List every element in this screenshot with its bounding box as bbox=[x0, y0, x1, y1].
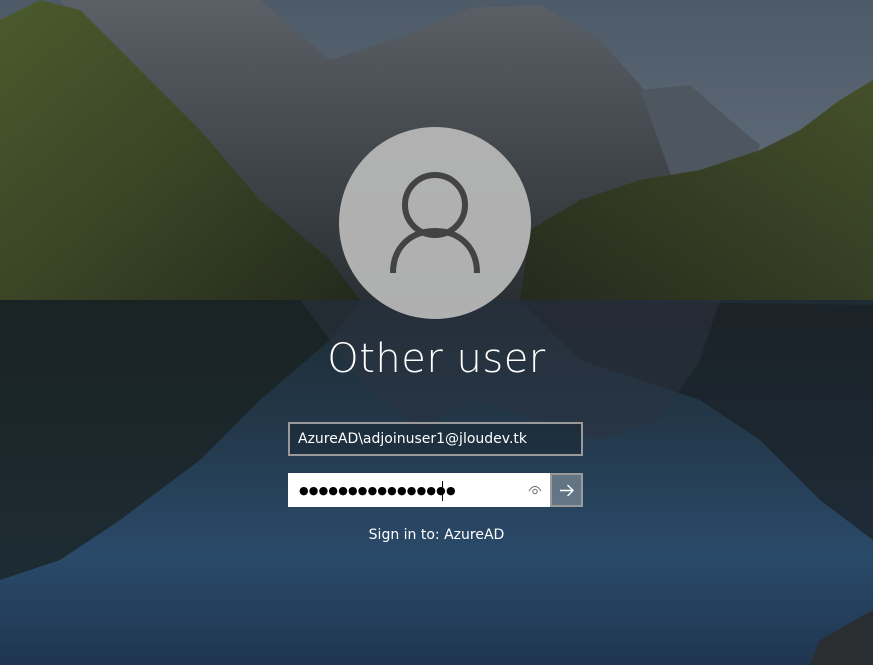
user-silhouette-icon bbox=[390, 172, 480, 274]
user-display-name: Other user bbox=[327, 336, 546, 382]
password-masked-value: ●●●●●●●●●●●●●●●● bbox=[299, 484, 456, 497]
sign-in-domain-text: Sign in to: AzureAD bbox=[368, 527, 505, 543]
eye-icon[interactable] bbox=[527, 484, 543, 498]
password-input[interactable]: ●●●●●●●●●●●●●●●● bbox=[288, 473, 550, 507]
user-avatar bbox=[339, 127, 531, 319]
arrow-right-icon bbox=[560, 484, 574, 497]
background-landscape bbox=[0, 0, 873, 665]
lock-screen: Other user AzureAD\adjoinuser1@jloudev.t… bbox=[0, 0, 873, 665]
text-caret bbox=[442, 481, 443, 501]
username-input[interactable]: AzureAD\adjoinuser1@jloudev.tk bbox=[288, 422, 583, 456]
submit-button[interactable] bbox=[550, 473, 583, 507]
